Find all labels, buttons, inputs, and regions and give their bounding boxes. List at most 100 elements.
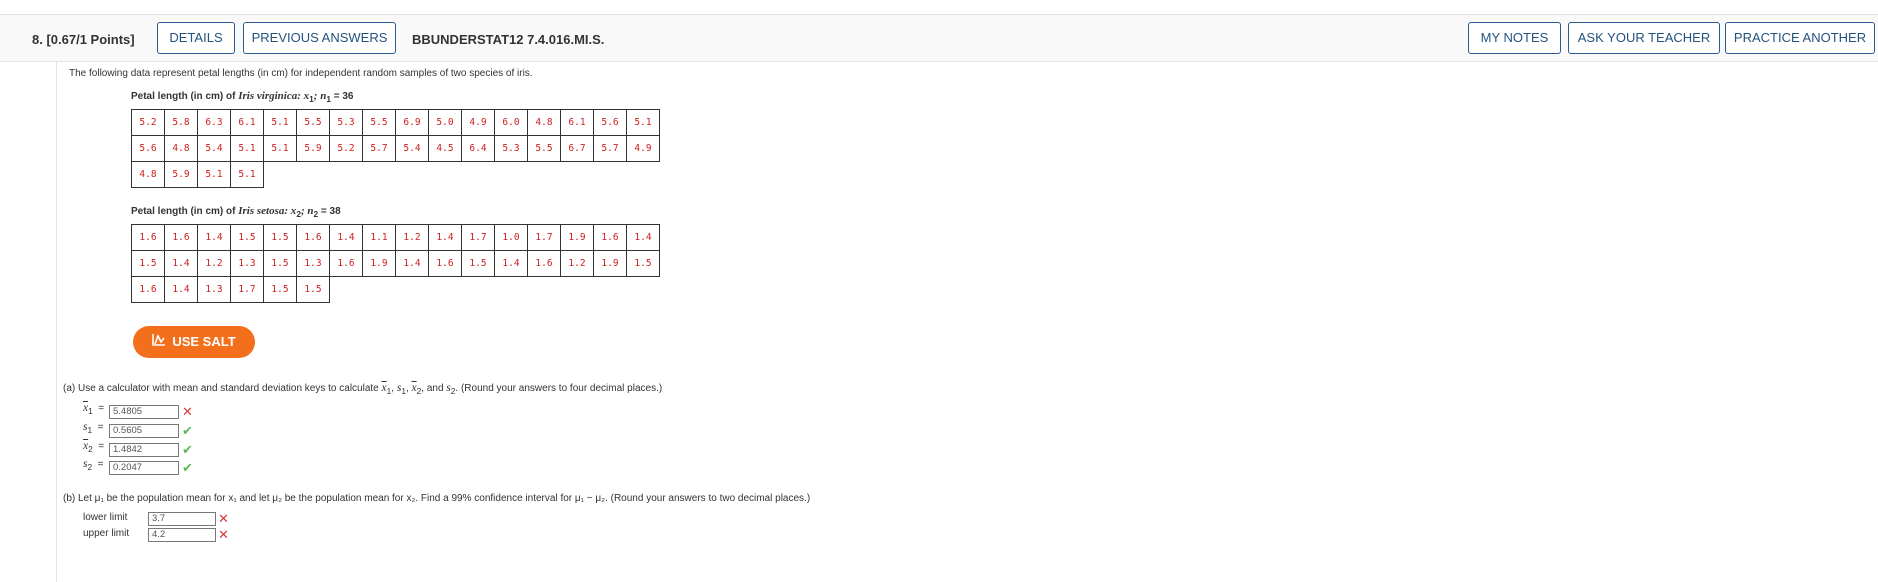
x-mark-icon: ✕ — [218, 511, 229, 526]
setosa-table: 1.6 1.6 1.4 1.5 1.5 1.6 1.4 1.1 1.2 1.4 1.7 1.0 1.7 1… — [131, 224, 660, 303]
part-b-instructions: (b) Let μ₁ be the population mean for x₁… — [63, 493, 811, 504]
x-mark-icon: ✕ — [218, 527, 229, 542]
table-cell: 1.5 — [263, 250, 297, 277]
table-cell: 5.4 — [395, 135, 429, 162]
table-cell: 5.7 — [362, 135, 396, 162]
table-cell: 1.3 — [296, 250, 330, 277]
salt-chart-icon — [152, 326, 166, 358]
table-cell: 1.6 — [329, 250, 363, 277]
setosa-caption: Petal length (in cm) of Iris setosa: x2;… — [131, 205, 341, 219]
table-cell: 6.4 — [461, 135, 495, 162]
table-cell: 1.4 — [197, 224, 231, 251]
table-cell: 1.6 — [131, 224, 165, 251]
table-cell: 5.4 — [197, 135, 231, 162]
table-cell: 5.2 — [131, 109, 165, 136]
checkmark-icon: ✔ — [182, 460, 193, 475]
table-cell: 5.6 — [593, 109, 627, 136]
s1-label: s1 = — [83, 421, 104, 435]
table-cell: 5.7 — [593, 135, 627, 162]
table-cell: 1.5 — [626, 250, 660, 277]
table-cell: 1.4 — [494, 250, 528, 277]
upper-limit-label: upper limit — [83, 528, 130, 539]
table-cell: 5.1 — [263, 135, 297, 162]
xbar2-label: x2 = — [83, 440, 105, 454]
table-cell: 5.2 — [329, 135, 363, 162]
table-cell: 1.3 — [230, 250, 264, 277]
table-row: 1.6 1.4 1.3 1.7 1.5 1.5 — [131, 276, 660, 303]
x-mark-icon: ✕ — [182, 404, 193, 419]
table-cell: 1.5 — [263, 224, 297, 251]
part-a-instructions: (a) Use a calculator with mean and stand… — [63, 382, 663, 396]
table-row: 5.6 4.8 5.4 5.1 5.1 5.9 5.2 5.7 5.4 4.5 6.4 5.3 5.5 6… — [131, 135, 660, 162]
table-cell: 4.8 — [527, 109, 561, 136]
table-cell: 4.8 — [164, 135, 198, 162]
table-cell: 1.5 — [296, 276, 330, 303]
table-row: 5.2 5.8 6.3 6.1 5.1 5.5 5.3 5.5 6.9 5.0 4.9 6.0 4.8 6… — [131, 109, 660, 136]
table-cell: 5.3 — [494, 135, 528, 162]
table-cell: 5.0 — [428, 109, 462, 136]
question-number: 8. [0.67/1 Points] — [32, 32, 135, 47]
table-cell: 1.6 — [593, 224, 627, 251]
table-cell: 1.2 — [197, 250, 231, 277]
question-header: 8. [0.67/1 Points] DETAILS PREVIOUS ANSW… — [0, 14, 1878, 62]
table-cell: 1.4 — [329, 224, 363, 251]
table-cell: 1.4 — [164, 250, 198, 277]
table-cell: 1.2 — [395, 224, 429, 251]
my-notes-button[interactable]: MY NOTES — [1468, 22, 1561, 54]
s1-input[interactable]: 0.5605 — [109, 424, 179, 438]
use-salt-button[interactable]: USE SALT — [133, 326, 255, 358]
s2-label: s2 = — [83, 458, 104, 472]
table-cell: 1.1 — [362, 224, 396, 251]
table-row: 4.8 5.9 5.1 5.1 — [131, 161, 660, 188]
table-row: 1.6 1.6 1.4 1.5 1.5 1.6 1.4 1.1 1.2 1.4 1.7 1.0 1.7 1… — [131, 224, 660, 251]
table-cell: 1.6 — [428, 250, 462, 277]
table-cell: 6.0 — [494, 109, 528, 136]
xbar1-label: x1 = — [83, 402, 105, 416]
table-cell: 1.6 — [296, 224, 330, 251]
table-cell: 4.8 — [131, 161, 165, 188]
table-cell: 4.5 — [428, 135, 462, 162]
table-cell: 5.1 — [197, 161, 231, 188]
table-cell: 6.3 — [197, 109, 231, 136]
table-cell: 1.9 — [593, 250, 627, 277]
upper-limit-input[interactable]: 4.2 — [148, 528, 216, 542]
table-cell: 1.5 — [230, 224, 264, 251]
assignment-id: BBUNDERSTAT12 7.4.016.MI.S. — [412, 32, 605, 47]
lower-limit-input[interactable]: 3.7 — [148, 512, 216, 526]
table-cell: 1.7 — [230, 276, 264, 303]
table-cell: 1.7 — [461, 224, 495, 251]
practice-another-button[interactable]: PRACTICE ANOTHER — [1725, 22, 1875, 54]
intro-text: The following data represent petal lengt… — [69, 68, 533, 79]
table-cell: 5.1 — [230, 161, 264, 188]
checkmark-icon: ✔ — [182, 442, 193, 457]
table-cell: 1.4 — [428, 224, 462, 251]
xbar1-input[interactable]: 5.4805 — [109, 405, 179, 419]
xbar2-input[interactable]: 1.4842 — [109, 443, 179, 457]
virginica-table: 5.2 5.8 6.3 6.1 5.1 5.5 5.3 5.5 6.9 5.0 4.9 6.0 4.8 6… — [131, 109, 660, 188]
table-cell: 4.9 — [626, 135, 660, 162]
table-cell: 5.1 — [263, 109, 297, 136]
s2-input[interactable]: 0.2047 — [109, 461, 179, 475]
lower-limit-label: lower limit — [83, 512, 128, 523]
table-cell: 1.6 — [131, 276, 165, 303]
table-cell: 1.5 — [461, 250, 495, 277]
table-cell: 1.6 — [527, 250, 561, 277]
table-cell: 5.8 — [164, 109, 198, 136]
previous-answers-button[interactable]: PREVIOUS ANSWERS — [243, 22, 396, 54]
table-cell: 1.4 — [626, 224, 660, 251]
details-button[interactable]: DETAILS — [157, 22, 235, 54]
table-cell: 1.4 — [395, 250, 429, 277]
table-cell: 6.7 — [560, 135, 594, 162]
table-cell: 1.6 — [164, 224, 198, 251]
table-cell: 5.5 — [527, 135, 561, 162]
table-cell: 1.2 — [560, 250, 594, 277]
table-cell: 5.5 — [296, 109, 330, 136]
table-cell: 5.5 — [362, 109, 396, 136]
ask-your-teacher-button[interactable]: ASK YOUR TEACHER — [1568, 22, 1720, 54]
table-cell: 6.1 — [230, 109, 264, 136]
table-cell: 1.9 — [560, 224, 594, 251]
table-cell: 6.1 — [560, 109, 594, 136]
table-cell: 5.9 — [296, 135, 330, 162]
table-cell: 6.9 — [395, 109, 429, 136]
table-cell: 1.4 — [164, 276, 198, 303]
